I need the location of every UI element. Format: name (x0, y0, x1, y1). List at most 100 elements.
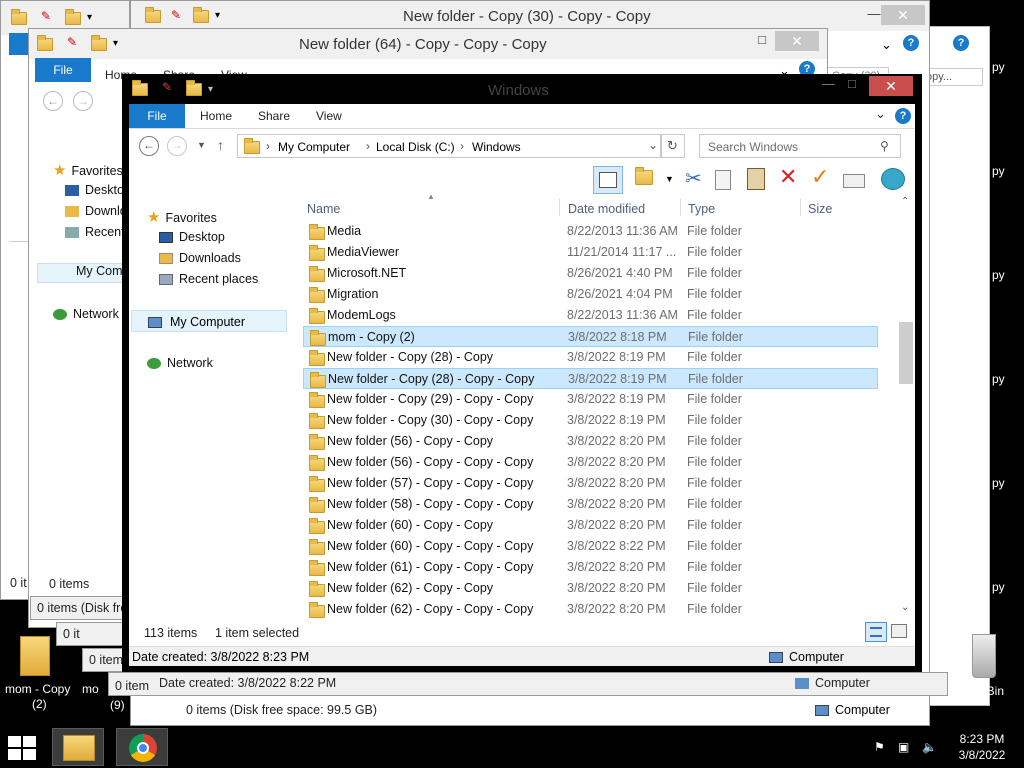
properties-icon[interactable]: ✎ (41, 9, 51, 23)
properties-icon[interactable]: ✎ (171, 8, 181, 22)
qat-dropdown-icon[interactable]: ▾ (215, 10, 220, 21)
close-button[interactable]: ✕ (869, 76, 913, 96)
nav-favorites[interactable]: Favorites (71, 164, 122, 178)
forward-button[interactable]: → (167, 136, 187, 156)
desktop-icon-recycle-bin[interactable]: cle Bin (964, 632, 1024, 708)
nav-network[interactable]: Network (167, 356, 213, 370)
shell-icon[interactable] (881, 168, 905, 190)
file-row[interactable]: Media 8/22/2013 11:36 AM File folder (303, 221, 878, 242)
search-fragment[interactable]: opy... (921, 68, 983, 86)
file-tab[interactable]: File (35, 58, 91, 82)
rename-check-icon[interactable]: ✓ (811, 164, 829, 190)
file-row[interactable]: New folder (56) - Copy - Copy 3/8/2022 8:… (303, 431, 878, 452)
help-icon[interactable]: ? (895, 108, 911, 124)
desktop-icon-label[interactable]: mo (82, 682, 99, 696)
nav-recent[interactable]: Recent (85, 225, 125, 239)
qat-dropdown-icon[interactable]: ▾ (208, 84, 213, 95)
forward-icon[interactable]: → (73, 91, 93, 111)
taskbar-chrome[interactable] (116, 728, 168, 766)
breadcrumb-separator-icon[interactable]: › (366, 139, 370, 153)
file-row[interactable]: MediaViewer 11/21/2014 11:17 ... File fold… (303, 242, 878, 263)
new-folder-icon[interactable] (635, 167, 653, 186)
nav-my-computer[interactable]: My Computer (170, 315, 245, 329)
file-row[interactable]: New folder - Copy (28) - Copy 3/8/2022 8:… (303, 347, 878, 368)
address-bar[interactable]: › My Computer › Local Disk (C:) › Window… (237, 134, 661, 158)
file-row[interactable]: mom - Copy (2) 3/8/2022 8:18 PM File folde… (303, 326, 878, 347)
maximize-icon[interactable]: □ (749, 31, 775, 49)
file-row[interactable]: New folder (61) - Copy - Copy - Copy 3/8/… (303, 557, 878, 578)
file-row[interactable]: New folder - Copy (28) - Copy - Copy 3/8/… (303, 368, 878, 389)
help-icon[interactable]: ? (953, 35, 969, 51)
nav-network[interactable]: Network (73, 307, 119, 321)
column-divider[interactable] (559, 198, 560, 216)
nav-downloads[interactable]: Downloads (179, 251, 241, 265)
large-icons-view-button[interactable] (891, 624, 907, 638)
nav-desktop[interactable]: Desktop (179, 230, 225, 244)
cut-icon[interactable]: ✂ (685, 166, 702, 191)
new-folder-icon[interactable] (193, 7, 209, 24)
breadcrumb-separator-icon[interactable]: › (460, 139, 464, 153)
details-view-button[interactable] (865, 622, 887, 642)
column-header-type[interactable]: Type (688, 202, 715, 216)
clock[interactable]: 8:23 PM 3/8/2022 (952, 732, 1012, 762)
minimize-icon[interactable]: — (822, 76, 835, 91)
refresh-button[interactable]: ↻ (661, 134, 685, 158)
file-row[interactable]: New folder (58) - Copy - Copy - Copy 3/8/… (303, 494, 878, 515)
new-folder-icon[interactable] (65, 9, 81, 26)
file-row[interactable]: New folder (56) - Copy - Copy - Copy 3/8/… (303, 452, 878, 473)
file-row[interactable]: New folder (62) - Copy - Copy 3/8/2022 8:… (303, 578, 878, 599)
column-divider[interactable] (680, 198, 681, 216)
file-row[interactable]: New folder (60) - Copy - Copy 3/8/2022 8:… (303, 515, 878, 536)
recent-locations-icon[interactable]: ▼ (197, 140, 206, 150)
properties-icon[interactable]: ✎ (67, 35, 77, 49)
file-row[interactable]: New folder (62) - Copy - Copy - Copy 3/8/… (303, 599, 878, 620)
desktop-icon-mom-copy[interactable]: mom - Copy (2) (2, 630, 76, 711)
qat-dropdown-icon[interactable]: ▾ (113, 38, 118, 49)
ribbon-expand-icon[interactable]: ⌄ (875, 106, 886, 122)
nav-my-computer-row[interactable]: My Computer (131, 310, 287, 332)
breadcrumb-windows[interactable]: Windows (472, 140, 521, 154)
scroll-down-icon[interactable]: ⌄ (901, 602, 909, 613)
copy-icon[interactable] (715, 170, 731, 190)
properties-icon[interactable]: ✎ (162, 80, 172, 94)
search-input[interactable]: Search Windows (708, 140, 798, 154)
start-button[interactable] (8, 736, 38, 760)
file-row[interactable]: New folder (57) - Copy - Copy - Copy 3/8/… (303, 473, 878, 494)
taskbar-file-explorer[interactable] (52, 728, 104, 766)
file-row[interactable]: ModemLogs 8/22/2013 11:36 AM File folder (303, 305, 878, 326)
share-tab[interactable]: Share (258, 104, 290, 128)
up-button[interactable]: ↑ (217, 137, 224, 153)
search-box[interactable]: Search Windows ⚲ (699, 134, 901, 158)
column-divider[interactable] (800, 198, 801, 216)
file-row[interactable]: Microsoft.NET 8/26/2021 4:40 PM File folde… (303, 263, 878, 284)
action-center-flag-icon[interactable]: ⚑ (874, 740, 885, 754)
breadcrumb-separator-icon[interactable]: › (266, 139, 270, 153)
column-header-size[interactable]: Size (808, 202, 832, 216)
file-row[interactable]: Migration 8/26/2021 4:04 PM File folder (303, 284, 878, 305)
chevron-down-icon[interactable]: ⌄ (881, 37, 892, 53)
column-header-name[interactable]: Name (307, 202, 340, 216)
close-icon[interactable]: ✕ (775, 31, 819, 51)
new-folder-icon[interactable] (91, 35, 107, 52)
back-button[interactable]: ← (139, 136, 159, 156)
nav-my-computer[interactable]: My Com (76, 264, 123, 278)
breadcrumb-local-disk[interactable]: Local Disk (C:) (376, 140, 455, 154)
close-icon[interactable]: ✕ (881, 5, 925, 25)
nav-recent-places[interactable]: Recent places (179, 272, 258, 286)
nav-favorites[interactable]: Favorites (165, 211, 216, 225)
file-tab[interactable]: File (129, 104, 185, 128)
scroll-up-icon[interactable]: ⌃ (901, 196, 909, 207)
file-row[interactable]: New folder - Copy (30) - Copy - Copy 3/8/… (303, 410, 878, 431)
file-row[interactable]: New folder - Copy (29) - Copy - Copy 3/8/… (303, 389, 878, 410)
scrollbar-thumb[interactable] (899, 322, 913, 384)
back-icon[interactable]: ← (43, 91, 63, 111)
home-tab[interactable]: Home (200, 104, 232, 128)
network-tray-icon[interactable]: ▣ (898, 740, 909, 754)
nav-downloads[interactable]: Downlo (85, 204, 127, 218)
maximize-icon[interactable]: □ (848, 76, 856, 91)
column-header-date[interactable]: Date modified (568, 202, 645, 216)
file-row[interactable]: New folder (60) - Copy - Copy - Copy 3/8/… (303, 536, 878, 557)
paste-icon[interactable] (747, 168, 765, 190)
volume-muted-icon[interactable]: 🔈 (922, 740, 937, 754)
breadcrumb-my-computer[interactable]: My Computer (278, 140, 350, 154)
